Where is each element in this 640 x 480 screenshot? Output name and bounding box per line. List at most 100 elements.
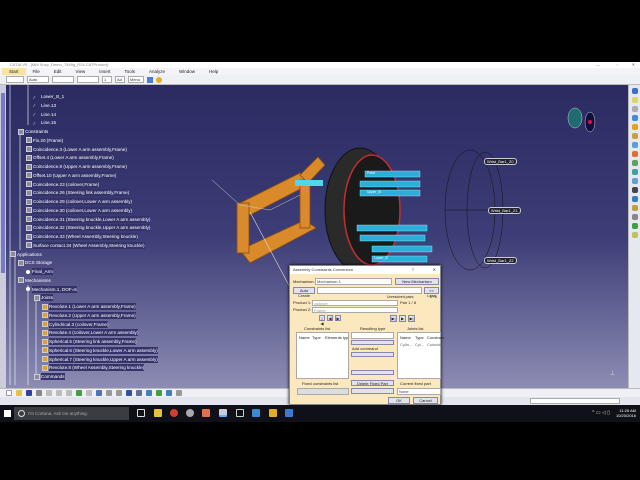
new-mechanism-button[interactable]: New Mechanism <box>395 278 439 285</box>
pan-icon[interactable] <box>156 390 162 396</box>
tool-icon[interactable] <box>631 115 638 121</box>
menu-tools[interactable]: Tools <box>118 68 143 75</box>
cut-icon[interactable] <box>46 390 52 396</box>
tree-item[interactable]: Mechanism.1, DOF=5 <box>26 285 77 293</box>
tree-item[interactable]: Joints <box>34 294 54 302</box>
joint-row-name[interactable]: Cylin... <box>400 342 412 347</box>
line-weight-combo[interactable] <box>52 76 74 83</box>
cortana-search[interactable]: I'm Cortana. Ask me anything. <box>14 407 129 420</box>
new-icon[interactable] <box>6 390 12 396</box>
tree-item[interactable]: Constraints <box>18 128 48 135</box>
tree-item[interactable]: Final_Arm <box>26 268 53 275</box>
windows-start-icon[interactable] <box>4 410 11 417</box>
tree-item[interactable]: Fix.20 (Frame) <box>26 136 64 144</box>
prev-pair-button[interactable]: ◀ <box>327 315 333 321</box>
create-joint-button[interactable] <box>351 340 394 345</box>
paste-icon[interactable] <box>66 390 72 396</box>
tree-item[interactable]: Spherical.6 (Steering knuckle,Lower A ar… <box>42 346 158 354</box>
tool-icon[interactable] <box>631 88 638 94</box>
tool-icon[interactable] <box>631 178 638 184</box>
layer-combo[interactable]: Ad <box>115 76 125 83</box>
tool-icon[interactable] <box>631 106 638 112</box>
wheel-tag-upper[interactable]: Upper_B <box>367 190 381 194</box>
comment-icon[interactable] <box>116 390 122 396</box>
wheel-tag-point[interactable]: Point <box>367 171 375 175</box>
fix-part-button[interactable] <box>351 388 394 394</box>
tool-icon[interactable] <box>631 97 638 103</box>
tool-icon[interactable] <box>631 133 638 139</box>
menu-edit[interactable]: Edit <box>47 68 69 75</box>
wrist-bar-tag-2[interactable]: Wrist_Bar1_Z2 <box>484 257 517 264</box>
tool-icon[interactable] <box>631 214 638 220</box>
rendering-combo[interactable]: Menu <box>128 76 144 83</box>
menu-view[interactable]: View <box>69 68 93 75</box>
tree-item[interactable]: Spherical.5 (Steering link assembly,Fram… <box>42 338 137 345</box>
product2-field[interactable]: Frame <box>312 307 398 313</box>
skip-button[interactable]: ▶ <box>399 315 406 322</box>
resulting-type-select[interactable] <box>351 332 394 339</box>
tree-item[interactable]: Coincidence.23 (coilover,Frame) <box>26 180 100 188</box>
menu-insert[interactable]: Insert <box>92 68 117 75</box>
menu-start[interactable]: Start <box>2 68 26 75</box>
tree-item[interactable]: Revolute.1 (Lower A arm assembly,Frame) <box>42 303 136 310</box>
tree-item[interactable]: Offset.10 (Upper A arm assembly,Frame) <box>26 171 117 179</box>
task-view-icon[interactable] <box>137 409 145 417</box>
create-command-button[interactable] <box>351 370 394 375</box>
menu-analyze[interactable]: Analyze <box>142 68 172 75</box>
tree-item[interactable]: Offset.4 (Lower A arm assembly,Frame) <box>26 154 114 162</box>
chrome-icon[interactable] <box>170 409 178 417</box>
file-explorer-icon[interactable] <box>154 409 162 417</box>
wheel-tag-lower[interactable]: Lower_B <box>374 256 388 260</box>
tree-item[interactable]: ⁄ Line.14 <box>34 111 56 118</box>
tree-item[interactable]: Surface contact.34 (Wheel Assembly,Steer… <box>26 241 145 249</box>
catia-taskbar-icon[interactable] <box>219 409 227 417</box>
tree-item[interactable]: Coincidence.29 (coilover,Lower A arm ass… <box>26 198 133 205</box>
copy-icon[interactable] <box>56 390 62 396</box>
tool-icon[interactable] <box>631 187 638 193</box>
help-icon[interactable] <box>96 390 102 396</box>
tree-item[interactable]: Coincidence.26 (Steering link assembly,F… <box>26 189 130 197</box>
wrist-bar-tag-0[interactable]: Wrist_Bar1_Z0 <box>484 158 517 165</box>
tool-icon[interactable] <box>631 124 638 130</box>
formula-icon[interactable] <box>106 390 112 396</box>
transparency-combo[interactable]: Auto <box>27 76 49 83</box>
tool-icon[interactable] <box>631 223 638 229</box>
tree-item[interactable]: Applications <box>10 251 42 258</box>
paint-icon[interactable] <box>147 76 153 83</box>
catalog-icon[interactable] <box>126 390 132 396</box>
delete-fixed-part-button[interactable]: Delete Fixed Part <box>351 380 394 386</box>
first-pair-button[interactable]: |◀ <box>319 315 325 326</box>
tool-icon[interactable] <box>631 205 638 211</box>
tree-item[interactable]: Cylindrical.3 (coilover,Frame) <box>42 320 109 328</box>
fly-icon[interactable] <box>136 390 142 396</box>
constraints-list[interactable]: Name Type Elements typ <box>296 332 349 379</box>
tree-item[interactable]: Spherical.7 (Steering knuckle,Upper A ar… <box>42 355 158 363</box>
end-button[interactable]: ▶| <box>408 315 415 322</box>
mechanism-select[interactable]: Mechanism.1 <box>315 278 392 285</box>
dialog-close-button[interactable]: ✕ <box>433 266 436 274</box>
app-icon[interactable] <box>269 409 277 417</box>
menu-help[interactable]: Help <box>202 68 225 75</box>
tool-icon[interactable] <box>631 232 638 238</box>
zoom-icon[interactable] <box>176 390 182 396</box>
properties-icon[interactable] <box>156 76 162 83</box>
fit-all-icon[interactable] <box>146 390 152 396</box>
tree-item[interactable]: ⁄ Lower_B_1 <box>34 93 64 100</box>
auto-create-button[interactable]: Auto Create <box>293 287 315 298</box>
redo-icon[interactable] <box>86 390 92 396</box>
tree-item[interactable]: Revolute.4 (coilover,Lower A arm assembl… <box>42 329 139 337</box>
command-select[interactable] <box>351 352 394 357</box>
tree-item[interactable]: ⁄ Line.15 <box>34 119 56 126</box>
joints-list[interactable]: Name Type Constrain Cylin... Cyl... Coin… <box>397 332 446 379</box>
app-icon[interactable] <box>202 409 210 417</box>
power-input[interactable] <box>530 398 620 404</box>
menu-file[interactable]: File <box>26 68 47 75</box>
tree-item[interactable]: DCS Storage <box>18 259 52 266</box>
tool-icon[interactable] <box>631 169 638 175</box>
open-icon[interactable] <box>16 390 22 396</box>
rotate-icon[interactable] <box>166 390 172 396</box>
tool-icon[interactable] <box>631 151 638 157</box>
tree-item[interactable]: Revolute.8 (Wheel Assembly,Steering knuc… <box>42 364 145 372</box>
next-pair-button[interactable]: ▶ <box>335 315 341 321</box>
fixed-constraints-select[interactable] <box>297 388 349 395</box>
